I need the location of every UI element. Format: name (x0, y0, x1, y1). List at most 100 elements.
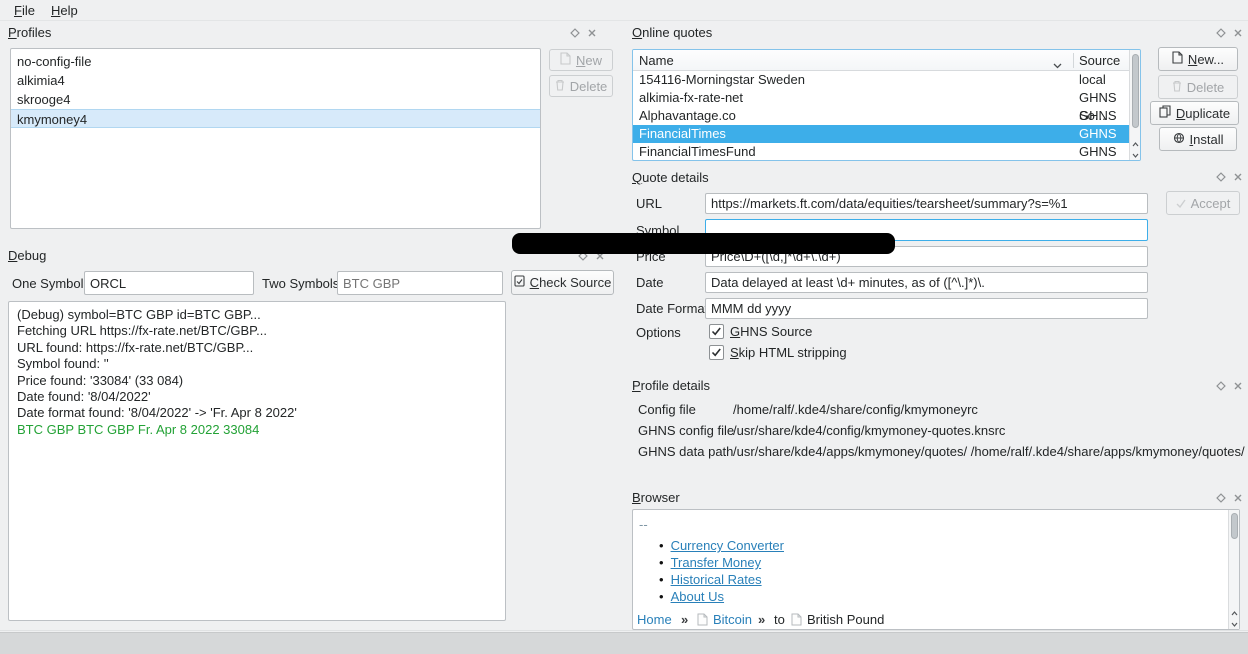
browser-view[interactable]: -- •Currency Converter •Transfer Money •… (632, 509, 1240, 630)
debug-log-result: BTC GBP BTC GBP Fr. Apr 8 2022 33084 (17, 422, 497, 438)
menu-file[interactable]: File (8, 2, 41, 19)
online-quotes-float-icon[interactable] (1216, 28, 1226, 38)
breadcrumb-bitcoin-link[interactable]: Bitcoin (713, 611, 752, 628)
scroll-down-icon[interactable] (1231, 616, 1238, 623)
profiles-delete-button[interactable]: Delete (549, 75, 613, 97)
new-file-icon (1172, 51, 1183, 67)
quote-row[interactable]: 154116-Morningstar Sweden local (633, 71, 1129, 89)
menu-bar: File Help (0, 0, 1248, 21)
options-label: Options (636, 322, 681, 343)
quotes-duplicate-label: Duplicate (1176, 106, 1230, 121)
bullet-icon: • (659, 589, 664, 604)
date-regex-input[interactable] (705, 272, 1148, 293)
two-symbols-input[interactable] (337, 271, 503, 295)
one-symbol-label: One Symbol (12, 273, 84, 294)
table-scrollbar-thumb[interactable] (1132, 54, 1139, 128)
new-file-icon (560, 52, 571, 68)
quotes-new-label: New... (1188, 52, 1224, 67)
quote-details-dock-title: Quote details (632, 170, 709, 185)
config-file-label: Config file (638, 401, 696, 418)
transfer-money-link[interactable]: Transfer Money (671, 555, 762, 570)
bullet-icon: • (659, 572, 664, 587)
online-quotes-dock-title: Online quotes (632, 25, 712, 40)
browser-scrollbar-thumb[interactable] (1231, 513, 1238, 539)
browser-float-icon[interactable] (1216, 493, 1226, 503)
breadcrumb-separator: » (681, 611, 688, 628)
quote-details-float-icon[interactable] (1216, 172, 1226, 182)
checkmark-icon (1176, 196, 1186, 211)
profiles-float-icon[interactable] (570, 28, 580, 38)
online-quotes-close-icon[interactable] (1233, 28, 1243, 38)
accept-label: Accept (1191, 196, 1231, 211)
column-header-name[interactable]: Name (639, 50, 674, 71)
profiles-dock-title: Profiles (8, 25, 51, 40)
quotes-duplicate-button[interactable]: Duplicate (1150, 101, 1239, 125)
quote-name: 154116-Morningstar Sweden (639, 71, 805, 89)
check-source-icon (514, 275, 525, 290)
column-separator[interactable] (1073, 53, 1074, 68)
trash-icon (555, 79, 565, 94)
profiles-new-button[interactable]: New (549, 49, 613, 71)
browser-scrollbar[interactable] (1228, 510, 1239, 629)
browser-list-item: •Transfer Money (659, 555, 761, 571)
skip-html-checkbox[interactable] (709, 345, 724, 360)
debug-output[interactable]: (Debug) symbol=BTC GBP id=BTC GBP... Fet… (8, 301, 506, 621)
check-source-button[interactable]: Check Source (511, 270, 614, 295)
historical-rates-link[interactable]: Historical Rates (671, 572, 762, 587)
quote-row-selected[interactable]: FinancialTimes GHNS So... (633, 125, 1129, 143)
browser-list-item: • About Us (659, 589, 724, 605)
profiles-close-icon[interactable] (587, 28, 597, 38)
accept-button[interactable]: Accept (1166, 191, 1240, 215)
debug-log-line: Date found: '8/04/2022' (17, 389, 497, 405)
debug-log-line: Symbol found: '' (17, 356, 497, 372)
debug-log-line: URL found: https://fx-rate.net/BTC/GBP..… (17, 340, 497, 356)
menu-help[interactable]: Help (45, 2, 84, 19)
scroll-up-icon[interactable] (1231, 605, 1238, 612)
ghns-source-checkbox[interactable] (709, 324, 724, 339)
profile-details-close-icon[interactable] (1233, 381, 1243, 391)
scroll-down-icon[interactable] (1132, 147, 1139, 154)
table-header[interactable]: Name Source (633, 50, 1129, 71)
sort-descending-icon (1053, 57, 1062, 72)
redaction-bar (512, 233, 895, 254)
date-format-label: Date Format (636, 298, 708, 319)
url-input[interactable] (705, 193, 1148, 214)
column-header-source[interactable]: Source (1079, 50, 1120, 71)
quote-name: alkimia-fx-rate-net (639, 89, 743, 107)
config-file-value: /home/ralf/.kde4/share/config/kmymoneyrc (733, 401, 978, 418)
date-format-input[interactable] (705, 298, 1148, 319)
breadcrumb-home-link[interactable]: Home (637, 611, 672, 628)
table-scrollbar[interactable] (1129, 50, 1140, 160)
one-symbol-input[interactable] (84, 271, 254, 295)
debug-dock-title: Debug (8, 248, 46, 263)
profiles-delete-label: Delete (570, 79, 608, 94)
quotes-new-button[interactable]: New... (1158, 47, 1238, 71)
browser-close-icon[interactable] (1233, 493, 1243, 503)
debug-log-line: Price found: '33084' (33 084) (17, 373, 497, 389)
profile-list-item[interactable]: no-config-file (11, 52, 540, 71)
about-us-link[interactable]: About Us (671, 589, 724, 604)
quote-row[interactable]: Alphavantage.co GHNS So... (633, 107, 1129, 125)
quote-row[interactable]: alkimia-fx-rate-net GHNS So... (633, 89, 1129, 107)
ghns-data-path-value: /usr/share/kde4/apps/kmymoney/quotes/ /h… (733, 443, 1245, 460)
online-quotes-table: Name Source 154116-Morningstar Sweden lo… (632, 49, 1141, 161)
profile-list-item[interactable]: alkimia4 (11, 71, 540, 90)
ghns-config-file-label: GHNS config file (638, 422, 734, 439)
quote-name: FinancialTimes (639, 125, 726, 143)
ghns-source-checkbox-label[interactable]: GHNS Source (730, 323, 812, 340)
trash-icon (1172, 80, 1182, 95)
currency-converter-link[interactable]: Currency Converter (671, 538, 784, 553)
bullet-icon: • (659, 538, 664, 553)
debug-log-line: Date format found: '8/04/2022' -> 'Fr. A… (17, 405, 497, 421)
breadcrumb-separator: » (758, 611, 765, 628)
scroll-up-icon[interactable] (1132, 136, 1139, 143)
profile-details-float-icon[interactable] (1216, 381, 1226, 391)
profile-list-item-selected[interactable]: kmymoney4 (11, 109, 540, 128)
quotes-delete-button[interactable]: Delete (1158, 75, 1238, 99)
quote-details-close-icon[interactable] (1233, 172, 1243, 182)
quote-row[interactable]: FinancialTimesFund GHNS So... (633, 143, 1129, 161)
debug-log-line: (Debug) symbol=BTC GBP id=BTC GBP... (17, 307, 497, 323)
skip-html-checkbox-label[interactable]: Skip HTML stripping (730, 344, 847, 361)
quotes-install-button[interactable]: Install (1159, 127, 1237, 151)
profile-list-item[interactable]: skrooge4 (11, 90, 540, 109)
